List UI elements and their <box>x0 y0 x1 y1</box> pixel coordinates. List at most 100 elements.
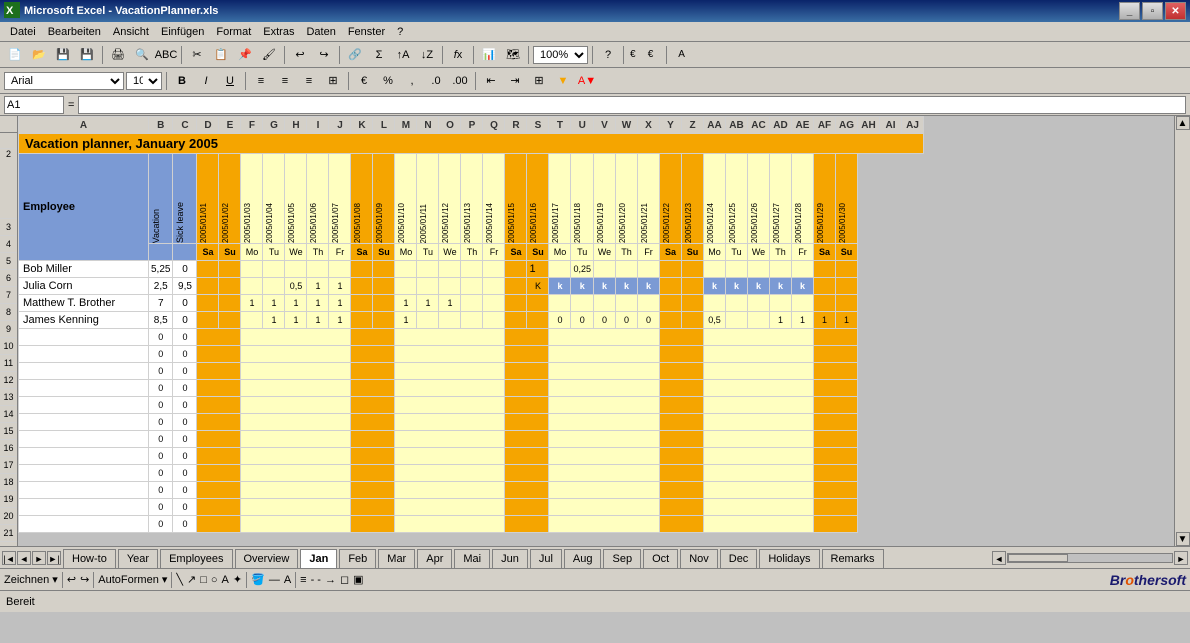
map-button[interactable]: 🗺 <box>502 45 524 65</box>
draw-textbox[interactable]: A <box>222 574 229 586</box>
menu-einfuegen[interactable]: Einfügen <box>155 24 210 40</box>
draw-linestyle[interactable]: ≡ <box>300 574 306 586</box>
hyperlink-button[interactable]: 🔗 <box>344 45 366 65</box>
draw-arrowstyle[interactable]: → <box>325 574 336 586</box>
draw-rect[interactable]: □ <box>200 574 207 586</box>
open-button[interactable]: 📂 <box>28 45 50 65</box>
menu-ansicht[interactable]: Ansicht <box>107 24 155 40</box>
cut-button[interactable]: ✂ <box>186 45 208 65</box>
tab-overview[interactable]: Overview <box>235 549 299 568</box>
spell-button[interactable]: ABC <box>155 45 177 65</box>
hscrollbar[interactable]: ◄ ► <box>990 547 1190 568</box>
hscroll-left-button[interactable]: ◄ <box>992 551 1006 565</box>
tab-holidays[interactable]: Holidays <box>759 549 819 568</box>
tab-last-button[interactable]: ►| <box>47 551 61 565</box>
tab-jun[interactable]: Jun <box>492 549 528 568</box>
copy-button[interactable]: 📋 <box>210 45 232 65</box>
tab-mar[interactable]: Mar <box>378 549 415 568</box>
scroll-down-button[interactable]: ▼ <box>1176 532 1190 546</box>
preview-button[interactable]: 🔍 <box>131 45 153 65</box>
minimize-button[interactable]: _ <box>1119 2 1140 20</box>
tab-apr[interactable]: Apr <box>417 549 452 568</box>
tab-jul[interactable]: Jul <box>530 549 562 568</box>
draw-arrow[interactable]: ↗ <box>187 573 196 586</box>
menu-extras[interactable]: Extras <box>257 24 300 40</box>
draw-linecolor[interactable]: — <box>269 574 280 586</box>
tab-dec[interactable]: Dec <box>720 549 758 568</box>
paintformat-button[interactable]: 🖌 <box>258 45 280 65</box>
menu-bearbeiten[interactable]: Bearbeiten <box>42 24 107 40</box>
euro-button[interactable]: € <box>640 45 662 65</box>
zoom-select[interactable]: 100% <box>533 46 588 64</box>
sort-asc-button[interactable]: ↑A <box>392 45 414 65</box>
tab-mai[interactable]: Mai <box>454 549 490 568</box>
save-button[interactable]: 💾 <box>52 45 74 65</box>
tab-sep[interactable]: Sep <box>603 549 641 568</box>
dec-inc-button[interactable]: .0 <box>425 71 447 91</box>
indent-button[interactable]: ⇤ <box>480 71 502 91</box>
draw-3d[interactable]: ▣ <box>353 573 363 586</box>
draw-redo[interactable]: ↪ <box>80 573 89 586</box>
tab-howto[interactable]: How-to <box>63 549 116 568</box>
draw-wordart[interactable]: ✦ <box>233 573 242 586</box>
draw-fill[interactable]: 🪣 <box>251 573 265 586</box>
fontsize-select[interactable]: 10 <box>126 72 162 90</box>
save2-button[interactable]: 💾 <box>76 45 98 65</box>
dec-dec-button[interactable]: .00 <box>449 71 471 91</box>
fx-button[interactable]: fx <box>447 45 469 65</box>
bold-button[interactable]: B <box>171 71 193 91</box>
cell-ref-input[interactable] <box>4 96 64 114</box>
menu-format[interactable]: Format <box>210 24 257 40</box>
hscroll-right-button[interactable]: ► <box>1174 551 1188 565</box>
tab-prev-button[interactable]: ◄ <box>17 551 31 565</box>
align-left-button[interactable]: ≡ <box>250 71 272 91</box>
tab-year[interactable]: Year <box>118 549 158 568</box>
tab-feb[interactable]: Feb <box>339 549 376 568</box>
tab-employees[interactable]: Employees <box>160 549 232 568</box>
menu-datei[interactable]: Datei <box>4 24 42 40</box>
outdent-button[interactable]: ⇥ <box>504 71 526 91</box>
comma-button[interactable]: , <box>401 71 423 91</box>
draw-shadow[interactable]: ◻ <box>340 573 349 586</box>
chart-button[interactable]: 📊 <box>478 45 500 65</box>
help-button[interactable]: ? <box>597 45 619 65</box>
redo-button[interactable]: ↪ <box>313 45 335 65</box>
color-button[interactable]: A <box>671 45 693 65</box>
fill-color-button[interactable]: ▼ <box>552 71 574 91</box>
scroll-up-button[interactable]: ▲ <box>1176 116 1190 130</box>
merge-button[interactable]: ⊞ <box>322 71 344 91</box>
font-select[interactable]: Arial <box>4 72 124 90</box>
menu-help[interactable]: ? <box>391 24 409 40</box>
tab-oct[interactable]: Oct <box>643 549 678 568</box>
draw-line[interactable]: ╲ <box>176 573 183 586</box>
currency2-button[interactable]: € <box>353 71 375 91</box>
tab-next-button[interactable]: ► <box>32 551 46 565</box>
tab-remarks[interactable]: Remarks <box>822 549 884 568</box>
tab-first-button[interactable]: |◄ <box>2 551 16 565</box>
draw-fontcolor[interactable]: A <box>284 574 291 586</box>
menu-fenster[interactable]: Fenster <box>342 24 391 40</box>
sort-desc-button[interactable]: ↓Z <box>416 45 438 65</box>
print-button[interactable]: 🖨 <box>107 45 129 65</box>
paste-button[interactable]: 📌 <box>234 45 256 65</box>
tab-jan[interactable]: Jan <box>300 549 337 568</box>
undo-button[interactable]: ↩ <box>289 45 311 65</box>
italic-button[interactable]: I <box>195 71 217 91</box>
new-button[interactable]: 📄 <box>4 45 26 65</box>
align-center-button[interactable]: ≡ <box>274 71 296 91</box>
tab-aug[interactable]: Aug <box>564 549 602 568</box>
draw-undo[interactable]: ↩ <box>67 573 76 586</box>
align-right-button[interactable]: ≡ <box>298 71 320 91</box>
restore-button[interactable]: ▫ <box>1142 2 1163 20</box>
tab-nov[interactable]: Nov <box>680 549 718 568</box>
close-button[interactable]: ✕ <box>1165 2 1186 20</box>
font-color-button[interactable]: A▼ <box>576 71 598 91</box>
vertical-scrollbar[interactable]: ▲ ▼ <box>1174 116 1190 546</box>
draw-oval[interactable]: ○ <box>211 574 218 586</box>
underline-button[interactable]: U <box>219 71 241 91</box>
borders-button[interactable]: ⊞ <box>528 71 550 91</box>
autosum-button[interactable]: Σ <box>368 45 390 65</box>
formula-input[interactable] <box>78 96 1186 114</box>
menu-daten[interactable]: Daten <box>300 24 341 40</box>
draw-dash[interactable]: - - <box>311 574 321 586</box>
